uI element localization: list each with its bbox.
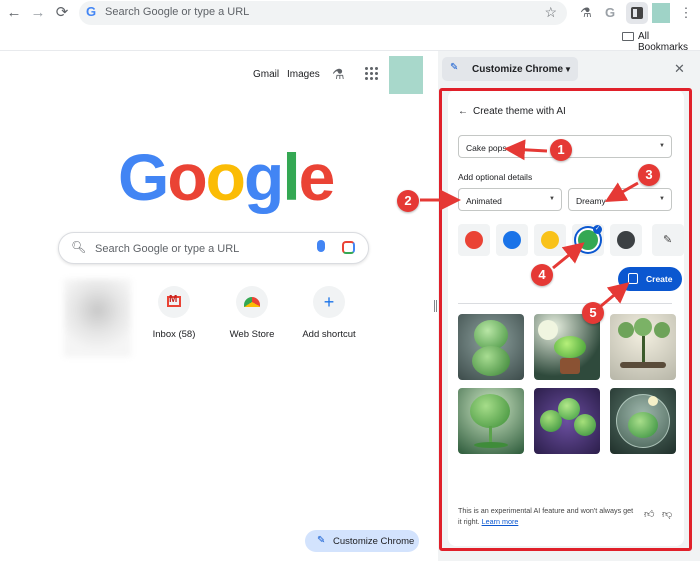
arrow-4: [552, 242, 585, 270]
arrow-1: [504, 139, 548, 161]
annotation-badge: 1: [550, 139, 572, 161]
arrow-3: [604, 181, 639, 202]
annotation-badge: 3: [638, 164, 660, 186]
annotation-badge: 4: [531, 264, 553, 286]
annotation-badge: 2: [397, 190, 419, 212]
annotation-badge: 5: [582, 302, 604, 324]
arrow-5: [600, 282, 630, 308]
annotation-arrows: [420, 139, 639, 308]
